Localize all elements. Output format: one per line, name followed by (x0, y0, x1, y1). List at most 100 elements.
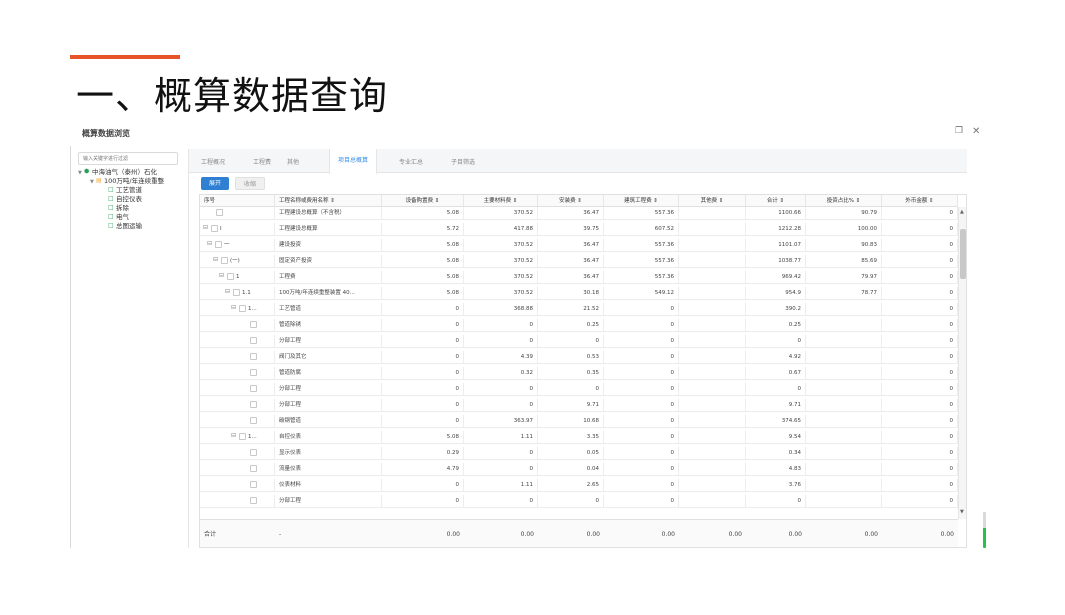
row-material-cell: 0 (464, 463, 538, 476)
tab-other[interactable]: 其他 (287, 157, 299, 166)
collapse-button[interactable]: 收缩 (235, 177, 266, 190)
row-total-cell: 9.71 (746, 399, 806, 412)
tree-item-electrical[interactable]: □ 电气 (78, 213, 182, 222)
row-checkbox[interactable] (250, 417, 257, 424)
col-header-equipment[interactable]: 设备购置费 ⇕ (382, 195, 464, 207)
row-checkbox[interactable] (250, 481, 257, 488)
col-header-building[interactable]: 建筑工程费 ⇕ (604, 195, 679, 207)
row-checkbox[interactable] (250, 369, 257, 376)
row-other-cell (679, 271, 746, 284)
tree-item-instrument[interactable]: □ 自控仪表 (78, 195, 182, 204)
collapse-row-icon[interactable]: ⊟ (230, 433, 237, 440)
table-row[interactable]: 仪表材料 0 1.11 2.65 0 3.76 0 (200, 479, 958, 492)
row-checkbox[interactable] (250, 385, 257, 392)
tree-filter-input[interactable] (78, 152, 178, 165)
col-header-name[interactable]: 工程名称或费用名称 ⇕ (275, 195, 382, 207)
collapse-row-icon[interactable]: ⊟ (212, 257, 219, 264)
row-checkbox[interactable] (250, 353, 257, 360)
collapse-row-icon[interactable]: ⊟ (230, 305, 237, 312)
table-row[interactable]: ⊟ 1.1 100万吨/年连续重整装置 40... 5.08 370.52 30.18 54… (200, 287, 958, 300)
row-other-cell (679, 479, 746, 492)
footer-label: 合计 (204, 531, 217, 538)
collapse-row-icon[interactable]: ⊟ (224, 289, 231, 296)
row-checkbox[interactable] (216, 209, 223, 216)
close-icon[interactable]: ✕ (972, 126, 980, 137)
row-checkbox[interactable] (215, 241, 222, 248)
col-header-other[interactable]: 其他费 ⇕ (679, 195, 746, 207)
row-other-cell (679, 463, 746, 476)
tab-item-filter[interactable]: 子目筛选 (451, 157, 475, 166)
col-header-install[interactable]: 安装费 ⇕ (538, 195, 604, 207)
col-header-seq[interactable]: 序号 (200, 195, 275, 207)
scroll-up-icon[interactable]: ▲ (960, 209, 964, 215)
row-total-cell: 0 (746, 383, 806, 396)
footer-name: - (279, 531, 282, 538)
row-checkbox[interactable] (221, 257, 228, 264)
table-row[interactable]: 管道除锈 0 0 0.25 0 0.25 0 (200, 319, 958, 332)
row-name-cell: 碳钢管道 (275, 415, 382, 428)
tab-project-total-estimate[interactable]: 项目总概算 (329, 149, 378, 174)
status-indicator (983, 512, 986, 548)
row-checkbox[interactable] (250, 465, 257, 472)
row-checkbox[interactable] (227, 273, 234, 280)
table-row[interactable]: 阀门及其它 0 4.39 0.53 0 4.92 0 (200, 351, 958, 364)
collapse-row-icon[interactable]: ⊟ (202, 225, 209, 232)
tree-item-unit[interactable]: ▼ ▤ 100万吨/年连续重整 (78, 177, 182, 186)
row-build-cell: 0 (604, 479, 679, 492)
table-row[interactable]: ⊟ 1... 工艺管道 0 368.88 21.52 0 390.2 0 (200, 303, 958, 316)
collapse-row-icon[interactable]: ⊟ (218, 273, 225, 280)
row-checkbox[interactable] (250, 337, 257, 344)
tab-project-overview[interactable]: 工程概况 (201, 157, 225, 166)
row-checkbox[interactable] (211, 225, 218, 232)
table-row[interactable]: 分部工程 0 0 0 0 0 0 (200, 495, 958, 508)
table-row[interactable]: 显示仪表 0.29 0 0.05 0 0.34 0 (200, 447, 958, 460)
scroll-down-icon[interactable]: ▼ (960, 509, 964, 515)
col-header-foreign[interactable]: 外币金额 ⇕ (882, 195, 958, 207)
col-header-ratio[interactable]: 投资占比% ⇕ (806, 195, 882, 207)
row-build-cell: 0 (604, 319, 679, 332)
table-scrollbar[interactable]: ▲ ▼ (958, 207, 966, 519)
row-checkbox[interactable] (250, 321, 257, 328)
row-checkbox[interactable] (239, 433, 246, 440)
col-header-total[interactable]: 合计 ⇕ (746, 195, 806, 207)
row-checkbox[interactable] (250, 497, 257, 504)
col-header-material[interactable]: 主要材料费 ⇕ (464, 195, 538, 207)
table-row[interactable]: 分部工程 0 0 9.71 0 9.71 0 (200, 399, 958, 412)
row-seq-cell (200, 399, 275, 412)
row-checkbox[interactable] (250, 401, 257, 408)
table-row[interactable]: 分部工程 0 0 0 0 0 0 (200, 383, 958, 396)
row-checkbox[interactable] (239, 305, 246, 312)
row-checkbox[interactable] (250, 449, 257, 456)
table-row[interactable]: 管道防腐 0 0.32 0.35 0 0.67 0 (200, 367, 958, 380)
table-row[interactable]: ⊟ (一) 固定资产投资 5.08 370.52 36.47 557.36 1038.77 85… (200, 255, 958, 268)
tree-item-site-transport[interactable]: □ 总图运输 (78, 222, 182, 231)
row-material-cell: 368.88 (464, 303, 538, 316)
row-equip-cell: 5.08 (382, 255, 464, 268)
expand-button[interactable]: 展开 (201, 177, 230, 190)
scroll-thumb[interactable] (960, 229, 966, 279)
tree-item-org[interactable]: ▼ ⬢ 中海油气（泰州）石化 (78, 168, 182, 177)
tree-item-pipeline[interactable]: □ 工艺管道 (78, 186, 182, 195)
row-equip-cell: 0 (382, 351, 464, 364)
restore-icon[interactable]: ❐ (955, 126, 963, 136)
tab-engineering-fee[interactable]: 工程费 (253, 157, 271, 166)
row-seq-cell (200, 479, 275, 492)
table-row[interactable]: ⊟ 1... 自控仪表 5.08 1.11 3.35 0 9.54 0 (200, 431, 958, 444)
table-row[interactable]: 分部工程 0 0 0 0 0 0 (200, 335, 958, 348)
table-row[interactable]: 碳钢管道 0 363.97 10.68 0 374.65 0 (200, 415, 958, 428)
tab-discipline-summary[interactable]: 专业汇总 (399, 157, 423, 166)
row-other-cell (679, 287, 746, 300)
row-ratio-cell (806, 479, 882, 492)
table-row[interactable]: ⊟ Ⅰ 工程建设总概算 5.72 417.88 39.75 607.52 1212.28 100… (200, 223, 958, 236)
row-checkbox[interactable] (233, 289, 240, 296)
row-install-cell: 0 (538, 495, 604, 508)
table-row[interactable]: 流量仪表 4.79 0 0.04 0 4.83 0 (200, 463, 958, 476)
tree-item-demolition[interactable]: □ 拆除 (78, 204, 182, 213)
row-install-cell: 3.35 (538, 431, 604, 444)
collapse-row-icon[interactable]: ⊟ (206, 241, 213, 248)
row-ratio-cell (806, 335, 882, 348)
table-row[interactable]: 工程建设总概算（不含税） 5.08 370.52 36.47 557.36 1100.66… (200, 207, 958, 220)
table-row[interactable]: ⊟ 一建设投资 5.08 370.52 36.47 557.36 1101.07 90.83 0 (200, 239, 958, 252)
row-install-cell: 30.18 (538, 287, 604, 300)
table-row[interactable]: ⊟ 1 工程费 5.08 370.52 36.47 557.36 969.42 79.97 0 (200, 271, 958, 284)
